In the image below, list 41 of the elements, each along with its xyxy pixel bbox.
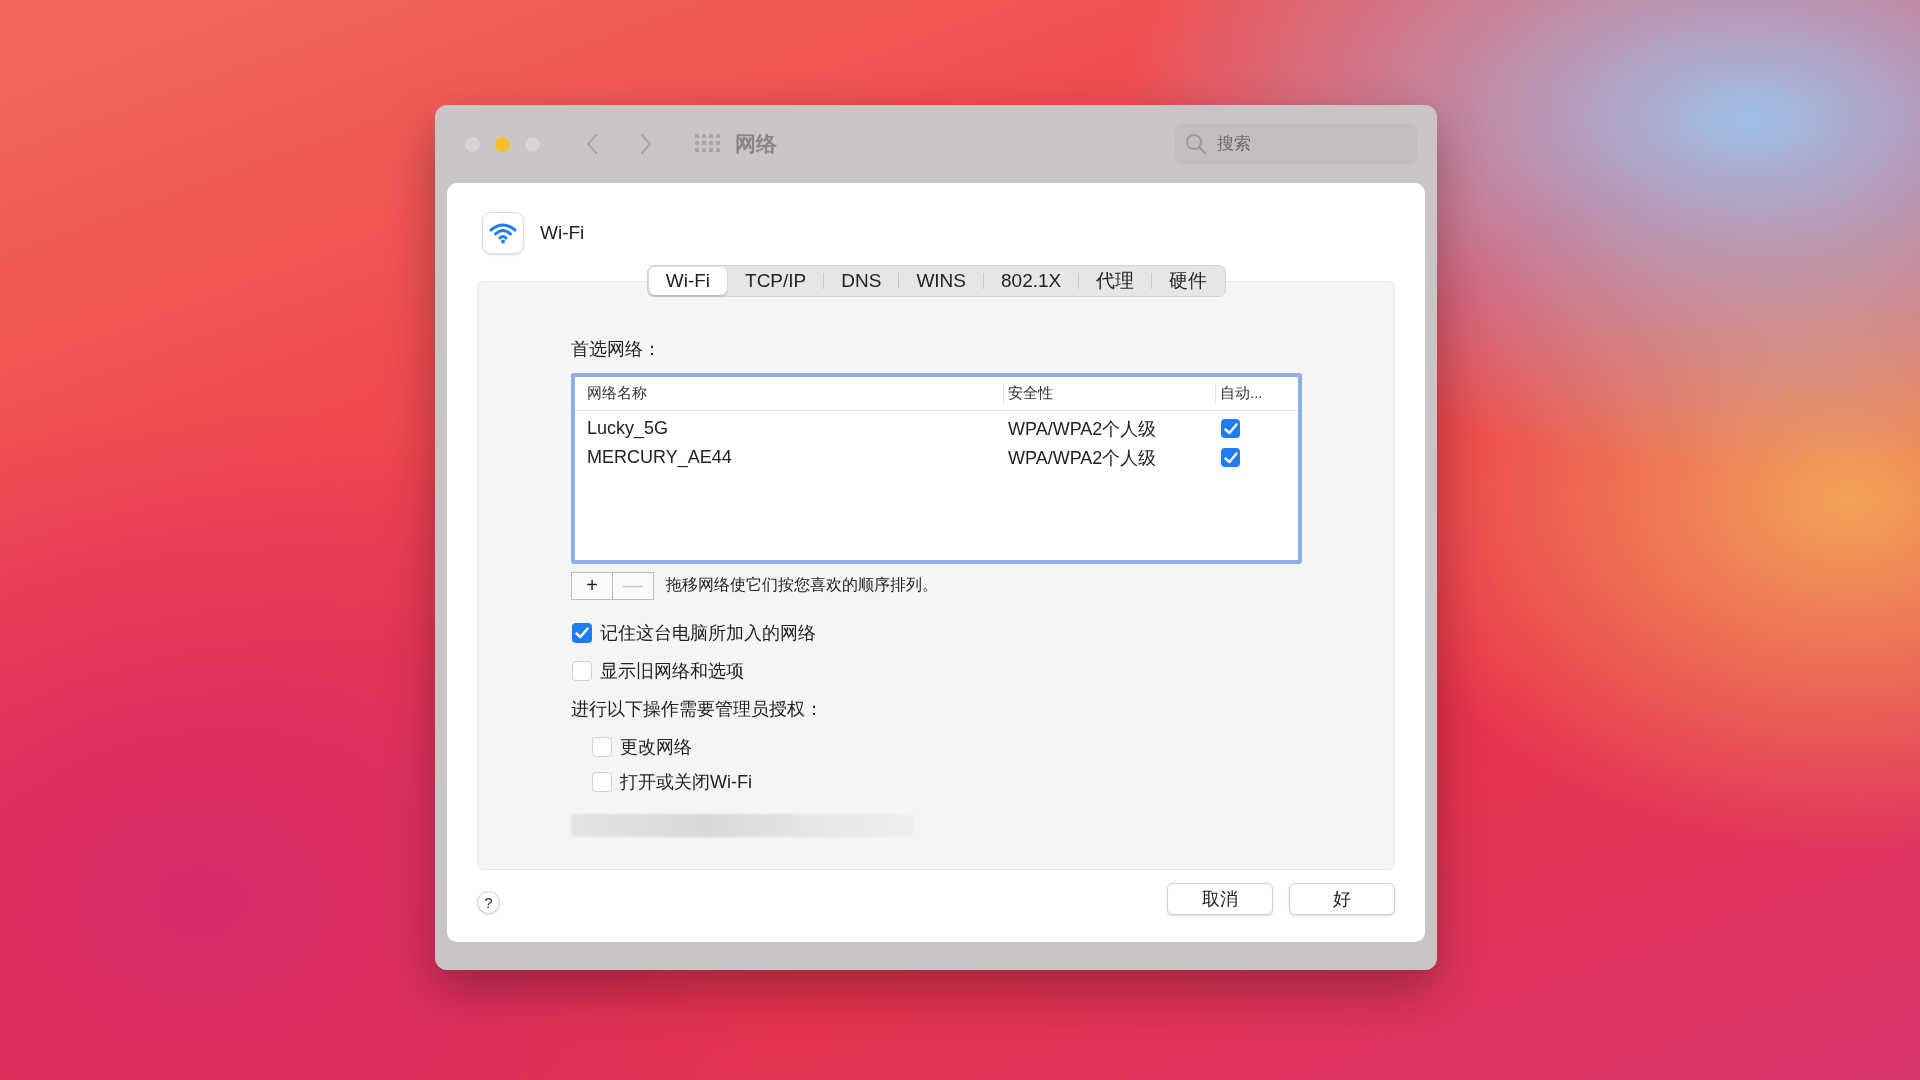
tab[interactable]: TCP/IP — [728, 267, 824, 295]
checkbox[interactable] — [1221, 448, 1240, 467]
checkbox[interactable] — [572, 660, 592, 681]
window-title: 网络 — [735, 131, 777, 157]
column-header[interactable]: 安全性 — [1003, 383, 1215, 404]
column-header[interactable]: 自动... — [1215, 383, 1290, 404]
option-label: 打开或关闭Wi-Fi — [620, 770, 752, 794]
dialog-button[interactable]: 好 — [1289, 883, 1395, 915]
table-cell-text: WPA/WPA2个人级 — [1007, 417, 1158, 441]
table-cell-text: MERCURY_AE44 — [586, 447, 733, 468]
search-field[interactable]: 搜索 — [1215, 133, 1399, 155]
checkbox[interactable] — [592, 771, 612, 792]
dialog-button[interactable]: 取消 — [1167, 883, 1273, 915]
table-cell-text: WPA/WPA2个人级 — [1007, 446, 1158, 470]
option-label: 记住这台电脑所加入的网络 — [600, 621, 816, 645]
checkbox[interactable] — [592, 736, 612, 757]
tab[interactable]: 代理 — [1079, 267, 1152, 295]
wifi-icon — [482, 212, 524, 254]
grid-icon[interactable] — [695, 134, 721, 154]
table-cell-text: Lucky_5G — [586, 418, 670, 439]
minimize-button[interactable] — [495, 136, 510, 152]
interface-name: Wi-Fi — [540, 222, 585, 244]
section-label: 首选网络： — [571, 338, 662, 361]
help-button[interactable]: ? — [477, 891, 500, 914]
search-icon — [1185, 133, 1207, 155]
tab[interactable]: WINS — [899, 267, 983, 295]
search-box[interactable]: 搜索 — [1175, 124, 1417, 164]
checkbox[interactable] — [1221, 419, 1240, 438]
tab[interactable]: 硬件 — [1152, 267, 1225, 295]
section-label: 进行以下操作需要管理员授权： — [571, 697, 824, 721]
add-button[interactable]: + — [571, 571, 613, 600]
tab[interactable]: 802.1X — [984, 267, 1079, 295]
checkbox[interactable] — [572, 622, 592, 643]
back-icon[interactable] — [585, 133, 599, 155]
tab[interactable]: Wi-Fi — [648, 267, 728, 295]
column-header[interactable]: 网络名称 — [583, 383, 1003, 404]
option-label: 显示旧网络和选项 — [600, 659, 744, 683]
tab[interactable]: DNS — [824, 267, 899, 295]
forward-icon[interactable] — [639, 133, 653, 155]
option-label: 更改网络 — [620, 735, 692, 759]
hint-text: 拖移网络使它们按您喜欢的顺序排列。 — [666, 575, 938, 596]
